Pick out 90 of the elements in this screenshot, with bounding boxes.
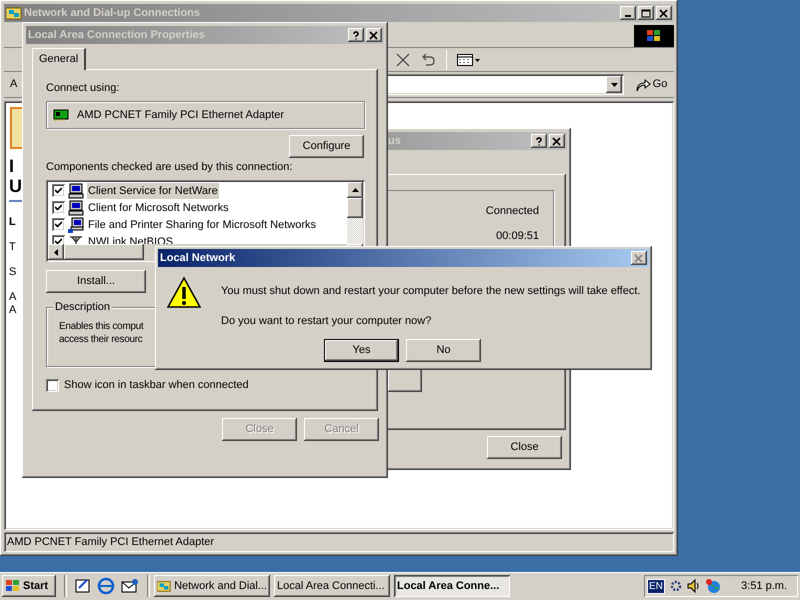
adapter-name: AMD PCNET Family PCI Ethernet Adapter: [77, 108, 284, 123]
close-button[interactable]: Close: [487, 436, 562, 459]
windows-flag-icon: [646, 28, 662, 42]
language-indicator[interactable]: EN: [647, 578, 665, 594]
link-text: A: [9, 291, 18, 304]
close-button[interactable]: [366, 28, 382, 42]
speaker-icon[interactable]: [686, 579, 701, 593]
checkbox-label: Show icon in taskbar when connected: [64, 378, 249, 393]
window-title: Network and Dial-up Connections: [24, 6, 200, 21]
dialog-button[interactable]: Yes: [324, 339, 399, 362]
list-item[interactable]: File and Printer Sharing for Microsoft Networks: [87, 216, 318, 232]
scroll-thumb[interactable]: [347, 198, 363, 218]
close-button[interactable]: [549, 134, 565, 148]
delete-icon[interactable]: [396, 52, 410, 66]
status-text: Connected: [486, 204, 539, 219]
clock: 3:51 p.m.: [741, 578, 788, 594]
go-button[interactable]: Go: [628, 74, 674, 96]
desktop-icon[interactable]: [75, 578, 91, 594]
minimize-icon: [625, 15, 631, 17]
dropdown-arrow-icon: [610, 82, 618, 86]
checkbox[interactable]: [52, 218, 65, 231]
close-icon: [369, 30, 379, 40]
undo-icon[interactable]: [420, 54, 436, 66]
message-text: Do you want to restart your computer now?: [221, 314, 432, 328]
start-button[interactable]: Start: [2, 575, 56, 597]
status-bar: AMD PCNET Family PCI Ethernet Adapter: [4, 532, 674, 552]
help-icon: [534, 136, 544, 146]
left-arrow-icon: [54, 248, 58, 256]
message-text: You must shut down and restart your computer before the new settings will take effect.: [221, 284, 640, 299]
windows-flag-icon: [5, 579, 21, 593]
link-text: T: [9, 241, 17, 254]
up-arrow-icon: [352, 188, 358, 192]
dropdown-button[interactable]: [606, 76, 622, 93]
heading-text: I: [9, 156, 16, 176]
check-icon: [55, 204, 62, 211]
checkbox[interactable]: [52, 201, 65, 214]
list-item[interactable]: Client Service for NetWare: [87, 182, 219, 198]
network-folder-icon: [6, 6, 22, 20]
computer-icon: [68, 182, 84, 198]
shared-computer-icon: [68, 216, 84, 232]
close-icon: [659, 8, 669, 18]
browser-icon[interactable]: [97, 577, 115, 595]
field-label: Connect using:: [46, 82, 120, 95]
mail-icon[interactable]: [121, 578, 139, 594]
tab[interactable]: General: [32, 48, 86, 70]
help-button[interactable]: [531, 134, 547, 148]
network-folder-icon: [157, 579, 172, 593]
scroll-left-button[interactable]: [48, 244, 64, 260]
window-title: Local Network: [160, 250, 236, 266]
warning-icon: [167, 277, 201, 309]
views-icon[interactable]: [457, 54, 481, 66]
install-button[interactable]: Install...: [46, 270, 146, 293]
computer-icon: [68, 200, 84, 216]
field-label: Components checked are used by this connection:: [46, 161, 294, 174]
check-icon: [55, 221, 62, 228]
address-label: A: [10, 77, 18, 92]
check-icon: [55, 238, 62, 244]
dialog-button[interactable]: No: [406, 339, 481, 362]
group-title: Description: [53, 301, 112, 314]
close-icon: [634, 254, 644, 262]
configure-button[interactable]: Configure: [289, 135, 364, 158]
scroll-up-button[interactable]: [347, 182, 363, 198]
duration-text: 00:09:51: [496, 228, 539, 244]
link-text: A: [9, 304, 18, 317]
taskbar-button[interactable]: Network and Dial...: [154, 575, 270, 597]
network-card-icon: [53, 108, 69, 122]
window-title: Local Area Connection Properties: [28, 28, 205, 43]
link-text: S: [9, 266, 18, 279]
go-arrow-icon: [634, 78, 651, 92]
heading-text: U: [9, 176, 23, 196]
disable-button[interactable]: [388, 368, 422, 392]
checkbox[interactable]: [46, 378, 59, 392]
minimize-button[interactable]: [620, 6, 636, 20]
description-text: Enables this comput: [59, 320, 144, 333]
list-item[interactable]: Client for Microsoft Networks: [87, 200, 230, 216]
maximize-icon: [641, 8, 651, 18]
description-text: access their resourc: [59, 333, 142, 346]
taskbar-button[interactable]: Local Area Conne...: [394, 575, 510, 597]
taskbar-button[interactable]: Local Area Connecti...: [274, 575, 390, 597]
help-icon: [351, 30, 361, 40]
maximize-button[interactable]: [638, 6, 654, 20]
checkbox[interactable]: [52, 184, 65, 197]
close-button[interactable]: [656, 6, 672, 20]
help-button[interactable]: [348, 28, 364, 42]
check-icon: [55, 187, 62, 194]
close-button[interactable]: [631, 251, 647, 265]
close-icon: [552, 136, 562, 146]
link-text: L: [9, 216, 17, 229]
scroll-thumb[interactable]: [64, 244, 144, 260]
gear-icon[interactable]: [668, 578, 683, 594]
